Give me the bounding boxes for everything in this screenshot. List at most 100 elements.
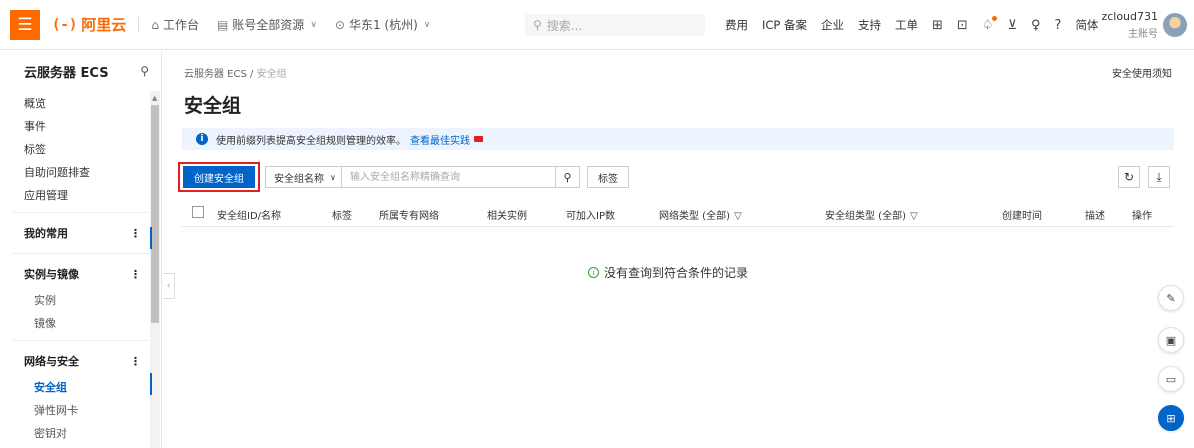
sidebar-group-common[interactable]: 我的常用 ⋮ <box>0 219 161 247</box>
menu-icon[interactable]: ☰ <box>10 9 40 40</box>
page-title: 安全组 <box>184 95 242 117</box>
link-enterprise[interactable]: 企业 <box>821 17 844 33</box>
logo-text: 阿里云 <box>81 16 127 34</box>
logo-mark-icon: (-) <box>52 16 78 33</box>
new-badge-icon <box>474 136 483 142</box>
sidebar-header: 云服务器 ECS ⚲ <box>0 51 161 91</box>
notification-dot <box>992 15 998 21</box>
scrollbar-thumb[interactable] <box>151 105 159 323</box>
feedback-icon[interactable]: ▭ <box>1158 366 1184 392</box>
divider <box>138 16 140 33</box>
chevron-down-icon: ∨ <box>423 19 431 30</box>
filter-icon[interactable]: ▽ <box>910 211 918 222</box>
filter-icon[interactable]: ▽ <box>734 211 742 222</box>
security-group-search-input[interactable] <box>341 166 556 188</box>
sidebar-item-app-management[interactable]: 应用管理 <box>0 183 161 206</box>
create-security-group-button[interactable]: 创建安全组 <box>183 166 255 188</box>
sg-type-label: 安全组类型 (全部) <box>825 211 906 222</box>
edit-icon[interactable]: ✎ <box>1158 285 1184 311</box>
column-sg-type[interactable]: 安全组类型 (全部) ▽ <box>825 207 918 222</box>
link-ticket[interactable]: 工单 <box>895 17 918 33</box>
search-icon[interactable]: ⚲ <box>140 64 149 78</box>
help-icon[interactable]: ? <box>1055 18 1062 33</box>
column-ip-capacity: 可加入IP数 <box>566 211 615 222</box>
scroll-up-icon[interactable]: ▲ <box>152 94 157 102</box>
info-icon: i <box>196 133 208 145</box>
sidebar-item-troubleshoot[interactable]: 自助问题排查 <box>0 160 161 183</box>
sidebar-group-network[interactable]: 网络与安全 ⋮ <box>0 347 161 375</box>
notification-bell-icon[interactable]: ♤ <box>982 15 998 33</box>
info-banner: i 使用前缀列表提高安全组规则管理的效率。 查看最佳实践 <box>182 128 1174 150</box>
lightbulb-icon[interactable]: ♀ <box>1031 18 1041 33</box>
sidebar: 云服务器 ECS ⚲ 概览 事件 标签 自助问题排查 应用管理 我的常用 ⋮ 实… <box>0 51 162 448</box>
sidebar-item-instances[interactable]: 实例 <box>0 288 161 311</box>
topbar-right-links: 费用 ICP 备案 企业 支持 工单 ⊞ ⊡ ♤ ⊻ ♀ ? 简体 <box>725 0 1112 50</box>
search-icon[interactable]: ⚲ <box>556 166 580 188</box>
cart-icon[interactable]: ⊻ <box>1007 18 1017 33</box>
column-network-type[interactable]: 网络类型 (全部) ▽ <box>659 207 742 222</box>
user-info[interactable]: zcloud731 主账号 <box>1100 10 1158 40</box>
divider <box>12 212 149 213</box>
breadcrumb-current: 安全组 <box>256 69 287 80</box>
group-label: 我的常用 <box>24 227 68 240</box>
resource-label: 账号全部资源 <box>232 18 305 32</box>
sidebar-item-tags[interactable]: 标签 <box>0 137 161 160</box>
more-icon[interactable]: ⋮ <box>130 355 141 368</box>
table-header: 安全组ID/名称 标签 所属专有网络 相关实例 可加入IP数 网络类型 (全部)… <box>182 199 1174 227</box>
divider <box>12 253 149 254</box>
sidebar-item-images[interactable]: 镜像 <box>0 311 161 334</box>
apps-icon[interactable]: ⊞ <box>1158 405 1184 431</box>
workbench-link[interactable]: ⌂ 工作台 <box>151 16 199 33</box>
column-created-time: 创建时间 <box>1002 211 1042 222</box>
terminal-icon[interactable]: ⊡ <box>957 18 968 33</box>
search-icon: ⚲ <box>533 18 542 32</box>
sidebar-title: 云服务器 ECS <box>24 65 109 81</box>
location-icon: ⊙ <box>334 17 345 32</box>
resource-group-selector[interactable]: ▤ 账号全部资源 ∨ <box>217 16 317 33</box>
active-indicator <box>150 227 152 249</box>
search-placeholder: 搜索... <box>546 18 583 33</box>
info-icon: i <box>588 267 599 278</box>
collapse-sidebar-icon[interactable]: ‹ <box>163 273 175 299</box>
region-label: 华东1 (杭州) <box>348 18 418 32</box>
resource-icon: ▤ <box>216 17 229 32</box>
sidebar-item-overview[interactable]: 概览 <box>0 91 161 114</box>
chevron-down-icon: ∨ <box>330 172 336 182</box>
network-type-label: 网络类型 (全部) <box>659 211 730 222</box>
toolbar: 创建安全组 安全组名称 ∨ ⚲ 标签 ↻ ⤓ <box>178 162 1194 192</box>
column-instances: 相关实例 <box>487 211 527 222</box>
link-support[interactable]: 支持 <box>858 17 881 33</box>
refresh-icon[interactable]: ↻ <box>1118 166 1140 188</box>
select-all-checkbox[interactable] <box>192 206 204 218</box>
more-icon[interactable]: ⋮ <box>130 268 141 281</box>
aliyun-logo[interactable]: (-) 阿里云 <box>52 14 126 35</box>
column-id-name: 安全组ID/名称 <box>217 211 282 222</box>
user-name: zcloud731 <box>1101 10 1158 23</box>
best-practice-link[interactable]: 查看最佳实践 <box>410 132 470 147</box>
sidebar-item-security-groups[interactable]: 安全组 <box>0 375 161 398</box>
chevron-down-icon: ∨ <box>310 19 317 30</box>
breadcrumb-separator: / <box>250 69 254 80</box>
sidebar-group-instances[interactable]: 实例与镜像 ⋮ <box>0 260 161 288</box>
column-tags: 标签 <box>332 211 352 222</box>
breadcrumb-root[interactable]: 云服务器 ECS <box>184 69 247 80</box>
link-billing[interactable]: 费用 <box>725 17 748 33</box>
doc-icon[interactable]: ▣ <box>1158 327 1184 353</box>
download-icon[interactable]: ⤓ <box>1148 166 1170 188</box>
link-icp[interactable]: ICP 备案 <box>762 17 807 33</box>
avatar[interactable] <box>1163 13 1187 37</box>
sidebar-item-keypairs[interactable]: 密钥对 <box>0 421 161 444</box>
column-vpc: 所属专有网络 <box>379 211 439 222</box>
region-selector[interactable]: ⊙ 华东1 (杭州) ∨ <box>335 16 430 33</box>
global-search-input[interactable]: ⚲ 搜索... <box>525 14 705 36</box>
filter-field-select[interactable]: 安全组名称 ∨ <box>265 166 341 188</box>
filing-icon[interactable]: ⊞ <box>932 18 943 33</box>
home-icon: ⌂ <box>151 17 159 32</box>
sidebar-item-events[interactable]: 事件 <box>0 114 161 137</box>
language-switch[interactable]: 简体 <box>1075 17 1098 33</box>
breadcrumb: 云服务器 ECS / 安全组 <box>184 65 287 80</box>
security-notice-link[interactable]: 安全使用须知 <box>1112 65 1172 80</box>
sidebar-item-eni[interactable]: 弹性网卡 <box>0 398 161 421</box>
more-icon[interactable]: ⋮ <box>130 227 141 240</box>
tag-filter-button[interactable]: 标签 <box>587 166 629 188</box>
